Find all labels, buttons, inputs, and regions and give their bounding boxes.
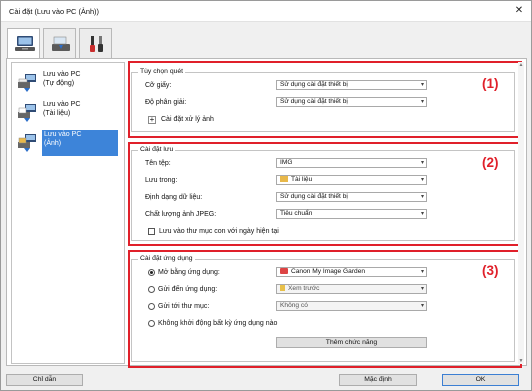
scroll-down-icon[interactable]: ▼ bbox=[518, 358, 524, 364]
content-panel: Lưu vào PC (Tự động) Lưu vào PC (Tài liệ… bbox=[6, 58, 527, 368]
save-in-select[interactable]: Tài liệu ▾ bbox=[276, 175, 427, 185]
send-to-app-select[interactable]: Xem trước ▾ bbox=[276, 284, 427, 294]
chevron-down-icon: ▾ bbox=[420, 211, 424, 217]
window-title: Cài đặt (Lưu vào PC (Ảnh)) bbox=[9, 7, 99, 16]
add-function-button[interactable]: Thêm chức năng bbox=[276, 337, 427, 348]
scanner-icon bbox=[52, 36, 70, 51]
chevron-down-icon: ▾ bbox=[420, 82, 424, 88]
jpeg-quality-select[interactable]: Tiêu chuẩn ▾ bbox=[276, 209, 427, 219]
callout-number-2: (2) bbox=[482, 155, 499, 170]
resolution-label: Độ phân giải: bbox=[145, 99, 187, 106]
title-bar: Cài đặt (Lưu vào PC (Ảnh)) ✕ bbox=[1, 1, 531, 22]
resolution-value: Sử dụng cài đặt thiết bị bbox=[280, 98, 348, 105]
open-with-app-select[interactable]: Canon My Image Garden ▾ bbox=[276, 267, 427, 277]
open-with-app-label: Mở bằng ứng dụng: bbox=[158, 269, 220, 276]
tools-icon bbox=[90, 36, 103, 52]
image-processing-label: Cài đặt xử lý ảnh bbox=[161, 116, 214, 123]
sidebar-label-line2: (Ảnh) bbox=[44, 139, 62, 147]
send-to-folder-select[interactable]: Không có ▾ bbox=[276, 301, 427, 311]
sidebar-item-save-auto[interactable]: Lưu vào PC (Tự động) bbox=[15, 69, 121, 97]
data-format-select[interactable]: Sử dụng cài đặt thiết bị ▾ bbox=[276, 192, 427, 202]
chevron-down-icon: ▾ bbox=[420, 286, 424, 292]
tab-computer[interactable] bbox=[7, 28, 40, 59]
sidebar-label-line1: Lưu vào PC bbox=[44, 131, 82, 138]
paper-size-value: Sử dụng cài đặt thiết bị bbox=[280, 81, 348, 88]
callout-number-3: (3) bbox=[482, 263, 499, 278]
folder-icon bbox=[280, 176, 288, 182]
save-in-label: Lưu trong: bbox=[145, 177, 178, 184]
sidebar-label-line1: Lưu vào PC bbox=[43, 101, 81, 108]
chevron-down-icon: ▾ bbox=[420, 269, 424, 275]
do-not-start-app-radio[interactable] bbox=[148, 320, 155, 327]
chevron-down-icon: ▾ bbox=[420, 99, 424, 105]
preview-icon bbox=[280, 285, 285, 291]
scan-options-title: Tùy chọn quét bbox=[138, 68, 186, 75]
sidebar-label-line1: Lưu vào PC bbox=[43, 71, 81, 78]
save-settings-group: Cài đặt lưu Tên tệp: IMG ▾ Lưu trong: Tà… bbox=[131, 146, 515, 241]
paper-size-label: Cỡ giấy: bbox=[145, 82, 172, 89]
app-settings-group: Cài đặt ứng dụng Mở bằng ứng dụng: Canon… bbox=[131, 255, 515, 362]
tab-tools[interactable] bbox=[79, 28, 112, 58]
chevron-down-icon: ▾ bbox=[420, 194, 424, 200]
send-to-folder-label: Gửi tới thư mục: bbox=[158, 303, 210, 310]
do-not-start-app-label: Không khởi động bất kỳ ứng dụng nào bbox=[158, 320, 278, 327]
vertical-scrollbar[interactable]: ▲ ▼ bbox=[518, 62, 524, 364]
send-to-app-value: Xem trước bbox=[288, 285, 320, 292]
send-to-app-radio[interactable] bbox=[148, 286, 155, 293]
sidebar: Lưu vào PC (Tự động) Lưu vào PC (Tài liệ… bbox=[11, 62, 125, 364]
defaults-button[interactable]: Mặc định bbox=[339, 374, 417, 386]
sidebar-item-save-document[interactable]: Lưu vào PC (Tài liệu) bbox=[15, 99, 121, 127]
send-to-app-label: Gửi đến ứng dụng: bbox=[158, 286, 218, 293]
save-settings-title: Cài đặt lưu bbox=[138, 146, 176, 153]
ok-button[interactable]: OK bbox=[442, 374, 519, 386]
scan-options-group: Tùy chọn quét Cỡ giấy: Sử dụng cài đặt t… bbox=[131, 68, 515, 132]
chevron-down-icon: ▾ bbox=[420, 160, 424, 166]
jpeg-quality-label: Chất lượng ảnh JPEG: bbox=[145, 211, 217, 218]
subfolder-date-checkbox[interactable] bbox=[148, 228, 155, 235]
save-in-value: Tài liệu bbox=[291, 176, 313, 183]
file-name-label: Tên tệp: bbox=[145, 160, 171, 167]
sidebar-item-label: Lưu vào PC (Tự động) bbox=[43, 71, 113, 88]
image-garden-icon bbox=[280, 268, 288, 274]
send-to-folder-value: Không có bbox=[280, 302, 308, 309]
send-to-folder-radio[interactable] bbox=[148, 303, 155, 310]
tab-scanner[interactable] bbox=[43, 28, 76, 58]
save-photo-icon bbox=[18, 134, 36, 152]
scroll-up-icon[interactable]: ▲ bbox=[518, 62, 524, 68]
settings-main: Tùy chọn quét Cỡ giấy: Sử dụng cài đặt t… bbox=[128, 61, 522, 368]
chevron-down-icon: ▾ bbox=[420, 303, 424, 309]
open-with-app-radio[interactable] bbox=[148, 269, 155, 276]
jpeg-quality-value: Tiêu chuẩn bbox=[280, 210, 313, 217]
sidebar-label-line2: (Tài liệu) bbox=[43, 109, 71, 117]
settings-dialog: Cài đặt (Lưu vào PC (Ảnh)) ✕ Lưu vào PC … bbox=[0, 0, 532, 391]
subfolder-date-label: Lưu vào thư mục con với ngày hiện tại bbox=[159, 228, 279, 235]
data-format-value: Sử dụng cài đặt thiết bị bbox=[280, 193, 348, 200]
close-icon[interactable]: ✕ bbox=[512, 4, 526, 18]
file-name-value: IMG bbox=[280, 159, 293, 166]
paper-size-select[interactable]: Sử dụng cài đặt thiết bị ▾ bbox=[276, 80, 427, 90]
chevron-down-icon: ▾ bbox=[420, 177, 424, 183]
sidebar-item-label: Lưu vào PC (Tài liệu) bbox=[43, 101, 113, 118]
save-document-icon bbox=[18, 104, 36, 122]
file-name-select[interactable]: IMG ▾ bbox=[276, 158, 427, 168]
sidebar-item-save-photo[interactable]: Lưu vào PC (Ảnh) bbox=[15, 129, 121, 157]
app-settings-title: Cài đặt ứng dụng bbox=[138, 255, 195, 262]
callout-number-1: (1) bbox=[482, 76, 499, 91]
resolution-select[interactable]: Sử dụng cài đặt thiết bị ▾ bbox=[276, 97, 427, 107]
computer-icon bbox=[15, 36, 35, 51]
save-auto-icon bbox=[18, 74, 36, 92]
expand-image-processing-button[interactable]: + bbox=[148, 116, 156, 124]
sidebar-label-line2: (Tự động) bbox=[43, 79, 75, 87]
data-format-label: Định dạng dữ liệu: bbox=[145, 194, 203, 201]
instructions-button[interactable]: Chỉ dẫn bbox=[6, 374, 83, 386]
sidebar-item-label: Lưu vào PC (Ảnh) bbox=[42, 130, 118, 156]
open-with-app-value: Canon My Image Garden bbox=[291, 268, 366, 275]
